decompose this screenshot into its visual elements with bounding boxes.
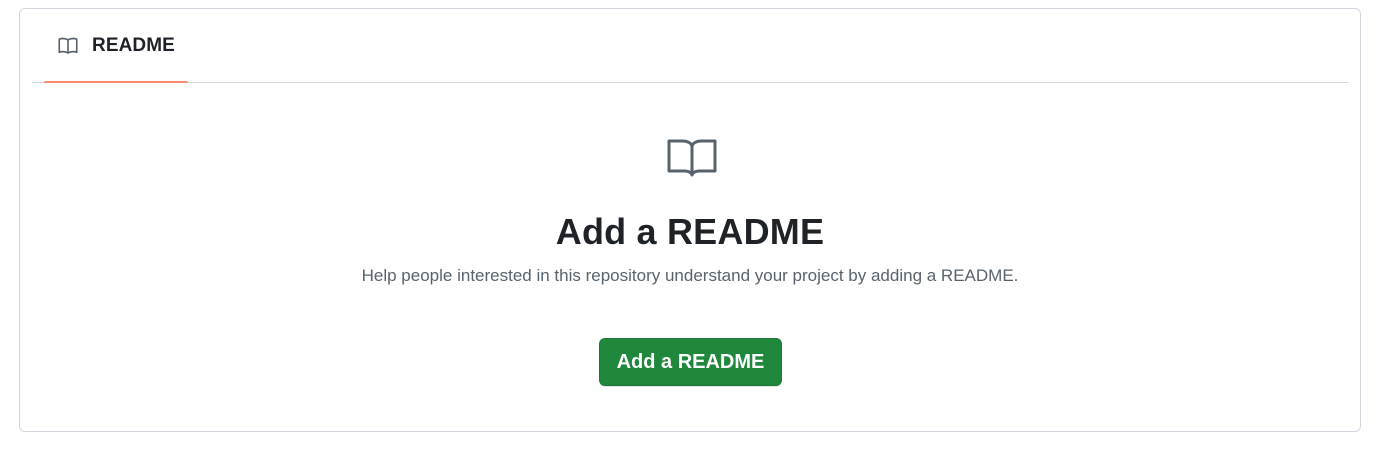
- empty-state-heading: Add a README: [555, 211, 825, 252]
- readme-panel: README Add a README Help people interest…: [19, 8, 1361, 432]
- book-icon: [667, 137, 717, 177]
- readme-tab-bar: README: [32, 9, 1348, 83]
- empty-state: Add a README Help people interested in t…: [20, 83, 1360, 431]
- book-icon: [56, 34, 80, 58]
- tab-readme[interactable]: README: [44, 9, 188, 83]
- add-readme-button[interactable]: Add a README: [599, 338, 782, 386]
- tab-readme-label: README: [92, 34, 175, 56]
- empty-state-description: Help people interested in this repositor…: [361, 266, 1019, 285]
